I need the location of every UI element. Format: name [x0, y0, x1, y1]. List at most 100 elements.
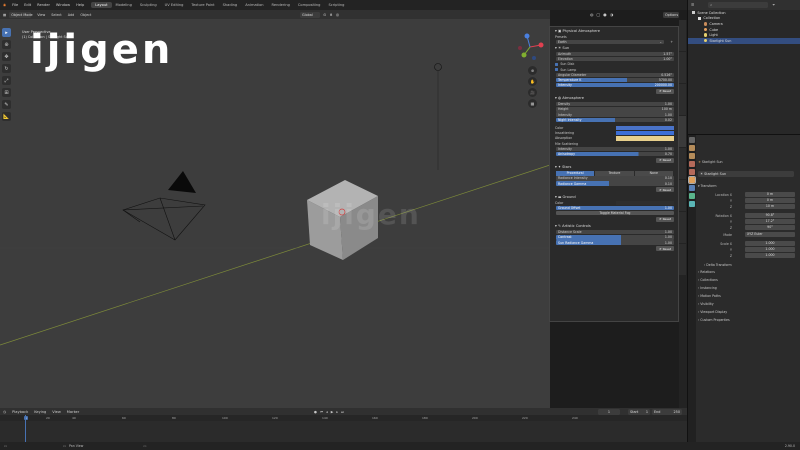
- proportional-icon[interactable]: ◎: [336, 12, 340, 17]
- location-y-field[interactable]: 0 m: [745, 198, 795, 203]
- sidebar-tab-8[interactable]: [679, 244, 686, 275]
- workspace-tab-shading[interactable]: Shading: [219, 2, 242, 8]
- density-field[interactable]: Density 1.00: [556, 102, 674, 107]
- object-tab-icon[interactable]: [688, 176, 696, 184]
- temperature-field[interactable]: Temperature K 5700.00: [556, 77, 674, 83]
- pivot-icon[interactable]: ⊙: [323, 12, 326, 17]
- sun-reset-button[interactable]: ↺ Reset: [656, 88, 674, 94]
- next-key-icon[interactable]: ▸: [336, 410, 338, 414]
- jump-start-icon[interactable]: ⏮: [320, 410, 323, 414]
- zoom-icon[interactable]: ⊕: [528, 66, 537, 75]
- viewport-menu-add[interactable]: Add: [65, 13, 78, 17]
- sidebar-tab-7[interactable]: [679, 212, 686, 243]
- grid-icon[interactable]: ▦: [528, 99, 537, 108]
- atmosphere-reset-button[interactable]: ↺ Reset: [656, 157, 674, 163]
- stars-section-header[interactable]: ▾ ✦ Stars: [550, 164, 678, 171]
- select-box-icon[interactable]: ▸: [2, 28, 11, 37]
- menu-help[interactable]: Help: [73, 3, 87, 7]
- section-custom-properties[interactable]: › Custom Properties: [698, 317, 798, 322]
- workspace-tab-layout[interactable]: Layout: [91, 2, 112, 8]
- timeline-ruler[interactable]: 1 20 40 60 80 100 120 140 160 180 200 22…: [0, 415, 687, 421]
- outliner-search[interactable]: ⌕: [708, 2, 769, 8]
- outliner-editor-icon[interactable]: ☰: [691, 3, 694, 7]
- menu-render[interactable]: Render: [34, 3, 53, 7]
- sidebar-tab-active[interactable]: [679, 116, 686, 147]
- physics-tab-icon[interactable]: [689, 185, 695, 191]
- jump-end-icon[interactable]: ⏭: [341, 410, 344, 414]
- sidebar-tab-2[interactable]: [679, 52, 686, 83]
- filter-icon[interactable]: ⏷: [772, 3, 775, 7]
- sidebar-tab-1[interactable]: [679, 20, 686, 51]
- azimuth-field[interactable]: Azimuth 1.57°: [556, 51, 674, 57]
- rotation-mode-dropdown[interactable]: XYZ Euler: [745, 232, 795, 237]
- play-icon[interactable]: ▶: [331, 410, 334, 414]
- tool-tab-icon[interactable]: [689, 137, 695, 143]
- object-name-field[interactable]: ☀ Starlight Sun: [698, 170, 794, 177]
- viewport-menu-view[interactable]: View: [34, 13, 48, 17]
- transform-icon[interactable]: ⊞: [2, 88, 11, 97]
- transform-section-header[interactable]: ▾ Transform: [698, 183, 798, 188]
- workspace-tab-texture-paint[interactable]: Texture Paint: [187, 2, 218, 8]
- ground-reset-button[interactable]: ↺ Reset: [656, 216, 674, 222]
- workspace-tab-uv-editing[interactable]: UV Editing: [161, 2, 188, 8]
- section-viewport-display[interactable]: › Viewport Display: [698, 309, 798, 314]
- height-field[interactable]: Height 100 m: [556, 107, 674, 112]
- orientation-selector[interactable]: Global: [300, 11, 320, 18]
- render-tab-icon[interactable]: [689, 145, 695, 151]
- menu-window[interactable]: Window: [53, 3, 73, 7]
- artistic-reset-button[interactable]: ↺ Reset: [656, 246, 674, 252]
- move-icon[interactable]: ✥: [2, 52, 11, 61]
- night-intensity-field[interactable]: Night Intensity 0.02: [556, 117, 674, 123]
- current-frame-field[interactable]: 1: [598, 408, 620, 415]
- menu-file[interactable]: File: [9, 3, 21, 7]
- viewport-menu-select[interactable]: Select: [48, 13, 64, 17]
- scale-y-field[interactable]: 1.000: [745, 247, 795, 252]
- pan-icon[interactable]: ✋: [528, 77, 537, 86]
- camera-view-icon[interactable]: 🎥: [528, 88, 537, 97]
- menu-edit[interactable]: Edit: [21, 3, 34, 7]
- section-instancing[interactable]: › Instancing: [698, 285, 798, 290]
- saturation-field[interactable]: Sun Radiance Gamma 1.00: [556, 240, 674, 245]
- section-motion-paths[interactable]: › Motion Paths: [698, 293, 798, 298]
- radiance-gamma-field[interactable]: Radiance Gamma 0.10: [556, 181, 674, 186]
- xray-icon[interactable]: ▢: [597, 12, 601, 17]
- sidebar-tab-6[interactable]: [679, 180, 686, 211]
- shading-solid-icon[interactable]: ●: [603, 12, 607, 17]
- annotate-icon[interactable]: ✎: [2, 100, 11, 109]
- ground-offset-field[interactable]: Ground Offset 1.00: [556, 205, 674, 211]
- stars-reset-button[interactable]: ↺ Reset: [656, 187, 674, 193]
- rotate-icon[interactable]: ↻: [2, 64, 11, 73]
- snap-icon[interactable]: ⋔: [329, 12, 332, 17]
- output-tab-icon[interactable]: [689, 153, 695, 159]
- editor-type-icon[interactable]: ▦: [0, 13, 9, 17]
- data-tab-icon[interactable]: [689, 201, 695, 207]
- workspace-tab-sculpting[interactable]: Sculpting: [136, 2, 161, 8]
- options-dropdown[interactable]: Options: [663, 11, 679, 18]
- delta-transform-section[interactable]: › Delta Transform: [698, 262, 798, 267]
- absorption-swatch[interactable]: [616, 136, 674, 141]
- timeline-menu-marker[interactable]: Marker: [64, 410, 82, 414]
- atmosphere-intensity-field[interactable]: Intensity 1.00: [556, 112, 674, 117]
- prev-key-icon[interactable]: ◂: [326, 410, 328, 414]
- add-preset-icon[interactable]: +: [670, 40, 673, 44]
- timeline-editor-icon[interactable]: ◷: [0, 410, 9, 414]
- timeline-menu-playback[interactable]: Playback: [9, 410, 31, 414]
- start-frame-field[interactable]: Start 1: [628, 408, 650, 415]
- world-tab-icon[interactable]: [689, 169, 695, 175]
- panel-title-row[interactable]: ▾ ▣ Physical Atmosphere: [550, 27, 678, 34]
- scale-z-field[interactable]: 1.000: [745, 253, 795, 258]
- anisotropy-field[interactable]: Anisotropy 0.70: [556, 151, 674, 157]
- navigation-gizmo[interactable]: [515, 32, 545, 62]
- sun-intensity-field[interactable]: Intensity 200000.00: [556, 82, 674, 88]
- sun-section-header[interactable]: ▾ ☀ Sun: [550, 44, 678, 51]
- cursor-icon[interactable]: ⊕: [2, 40, 11, 49]
- record-icon[interactable]: ●: [314, 410, 317, 414]
- outliner-item-starlight-sun[interactable]: Starlight Sun: [688, 37, 800, 44]
- section-relations[interactable]: › Relations: [698, 269, 798, 274]
- rotation-z-field[interactable]: 90°: [745, 225, 795, 230]
- mie-intensity-field[interactable]: Intensity 1.00: [556, 146, 674, 151]
- workspace-tab-compositing[interactable]: Compositing: [294, 2, 325, 8]
- location-x-field[interactable]: 0 m: [745, 192, 795, 197]
- section-visibility[interactable]: › Visibility: [698, 301, 798, 306]
- overlay-icon[interactable]: ◍: [590, 12, 594, 17]
